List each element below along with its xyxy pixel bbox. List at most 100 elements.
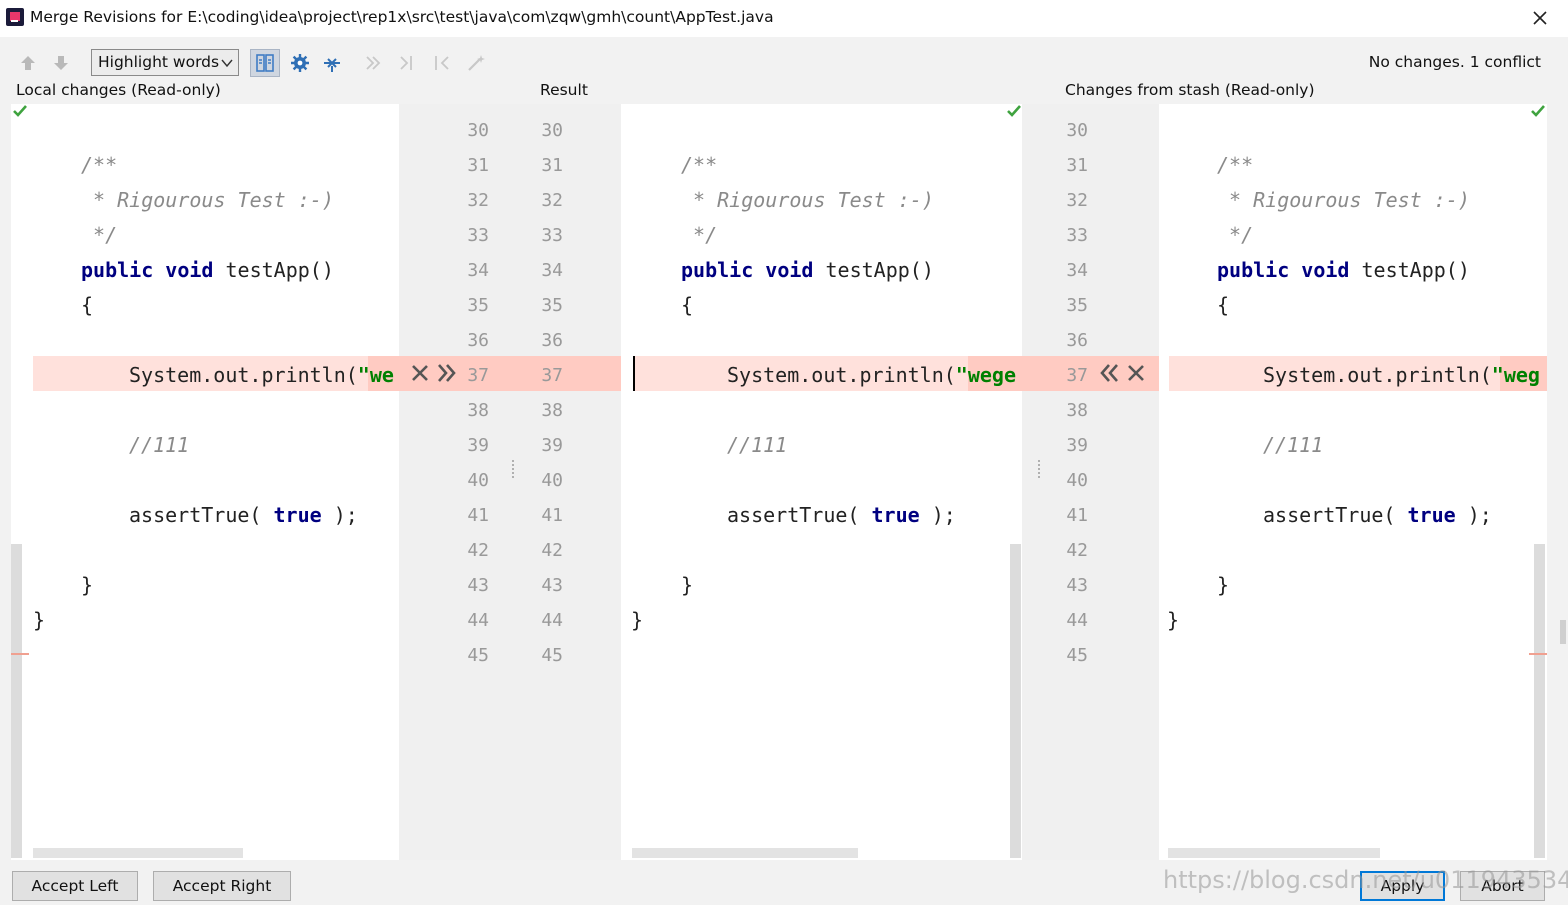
right-horizontal-scrollbar[interactable] xyxy=(1168,848,1380,858)
line-number: 34 xyxy=(467,260,489,281)
line-number: 33 xyxy=(467,225,489,246)
side-by-side-viewer-icon xyxy=(256,54,274,72)
line-number: 43 xyxy=(467,575,489,596)
result-editor[interactable]: /** * Rigourous Test :-) */ public void … xyxy=(621,104,1022,860)
code-line: assertTrue( true ); xyxy=(129,503,358,527)
left-vertical-scrollbar[interactable] xyxy=(11,544,22,858)
accept-left-button[interactable]: Accept Left xyxy=(12,871,138,901)
left-gutter xyxy=(399,104,621,860)
watermark: https://blog.csdn.net/u011943534 xyxy=(1163,866,1568,894)
code-line: /** xyxy=(81,153,118,177)
line-number: 41 xyxy=(541,505,563,526)
result-horizontal-scrollbar[interactable] xyxy=(632,848,858,858)
line-number: 30 xyxy=(541,120,563,141)
settings-icon[interactable] xyxy=(290,53,310,73)
code-line: { xyxy=(81,293,94,317)
conflict-line: System.out.println("weg xyxy=(1263,363,1540,387)
line-number: 33 xyxy=(1066,225,1088,246)
apply-change-left-icon[interactable] xyxy=(1097,361,1121,385)
check-icon xyxy=(1531,105,1545,117)
line-number: 35 xyxy=(541,295,563,316)
code-line: /** xyxy=(1217,153,1254,177)
line-number: 31 xyxy=(1066,155,1088,176)
line-number: 42 xyxy=(541,540,563,561)
line-number: 39 xyxy=(467,435,489,456)
line-number: 39 xyxy=(541,435,563,456)
line-number: 34 xyxy=(541,260,563,281)
highlight-mode-dropdown[interactable]: Highlight words xyxy=(91,49,239,76)
resolve-magic-icon[interactable] xyxy=(466,53,486,73)
code-line: assertTrue( true ); xyxy=(727,503,956,527)
line-number: 37 xyxy=(541,365,563,386)
code-line: } xyxy=(1217,573,1230,597)
line-number: 37 xyxy=(1066,365,1088,386)
line-number: 41 xyxy=(467,505,489,526)
window-title: Merge Revisions for E:\coding\idea\proje… xyxy=(30,8,774,26)
apply-change-right-icon[interactable] xyxy=(435,361,459,385)
line-number: 34 xyxy=(1066,260,1088,281)
line-number: 40 xyxy=(1066,470,1088,491)
accept-right-button[interactable]: Accept Right xyxy=(153,871,291,901)
line-number: 40 xyxy=(467,470,489,491)
right-editor[interactable]: /** * Rigourous Test :-) */ public void … xyxy=(1159,104,1547,860)
line-number: 36 xyxy=(541,330,563,351)
next-difference-icon[interactable] xyxy=(51,53,71,73)
right-vertical-scrollbar[interactable] xyxy=(1534,544,1545,858)
line-number: 45 xyxy=(1066,645,1088,666)
apply-left-icon[interactable] xyxy=(364,53,384,73)
line-number: 35 xyxy=(467,295,489,316)
side-by-side-viewer-toggle[interactable] xyxy=(250,49,280,77)
code-line: //111 xyxy=(1263,433,1324,457)
line-number: 38 xyxy=(467,400,489,421)
apply-non-conflicting-changes-icon[interactable] xyxy=(322,53,342,73)
line-number: 44 xyxy=(467,610,489,631)
title-bar: Merge Revisions for E:\coding\idea\proje… xyxy=(0,0,1568,37)
chevron-down-icon xyxy=(221,59,233,68)
apply-right-icon[interactable] xyxy=(397,53,417,73)
line-number: 44 xyxy=(1066,610,1088,631)
line-number: 41 xyxy=(1066,505,1088,526)
code-line: } xyxy=(631,608,644,632)
code-line: */ xyxy=(1217,223,1254,247)
line-number: 31 xyxy=(467,155,489,176)
line-number: 30 xyxy=(467,120,489,141)
line-number: 33 xyxy=(541,225,563,246)
merge-status: No changes. 1 conflict xyxy=(1368,53,1541,71)
code-line: { xyxy=(681,293,694,317)
line-number: 36 xyxy=(1066,330,1088,351)
ignore-icon[interactable] xyxy=(432,53,452,73)
ignore-change-icon[interactable] xyxy=(1124,361,1148,385)
left-editor[interactable]: /** * Rigourous Test :-) */ public void … xyxy=(11,104,399,860)
code-line: } xyxy=(681,573,694,597)
prev-difference-icon[interactable] xyxy=(18,53,38,73)
line-number: 43 xyxy=(1066,575,1088,596)
center-pane-title: Result xyxy=(540,81,588,99)
code-line: */ xyxy=(81,223,118,247)
left-horizontal-scrollbar[interactable] xyxy=(33,848,243,858)
line-number: 45 xyxy=(541,645,563,666)
result-vertical-scrollbar[interactable] xyxy=(1010,544,1021,858)
code-line: assertTrue( true ); xyxy=(1263,503,1492,527)
code-line: } xyxy=(81,573,94,597)
check-icon xyxy=(13,105,27,117)
line-number: 39 xyxy=(1066,435,1088,456)
code-line: public void testApp() xyxy=(81,258,334,282)
ignore-change-icon[interactable] xyxy=(408,361,432,385)
line-number: 35 xyxy=(1066,295,1088,316)
code-line: { xyxy=(1217,293,1230,317)
code-line: } xyxy=(33,608,46,632)
highlight-mode-value: Highlight words xyxy=(98,53,220,71)
code-line: } xyxy=(1167,608,1180,632)
code-line: /** xyxy=(681,153,718,177)
code-line: * Rigourous Test :-) xyxy=(1217,188,1470,212)
right-gutter xyxy=(1022,104,1159,860)
close-icon[interactable] xyxy=(1528,6,1552,30)
line-number: 42 xyxy=(1066,540,1088,561)
line-number: 32 xyxy=(467,190,489,211)
code-line: //111 xyxy=(129,433,190,457)
line-number: 32 xyxy=(1066,190,1088,211)
line-number: 43 xyxy=(541,575,563,596)
line-number: 36 xyxy=(467,330,489,351)
line-number: 38 xyxy=(541,400,563,421)
code-line: * Rigourous Test :-) xyxy=(681,188,934,212)
